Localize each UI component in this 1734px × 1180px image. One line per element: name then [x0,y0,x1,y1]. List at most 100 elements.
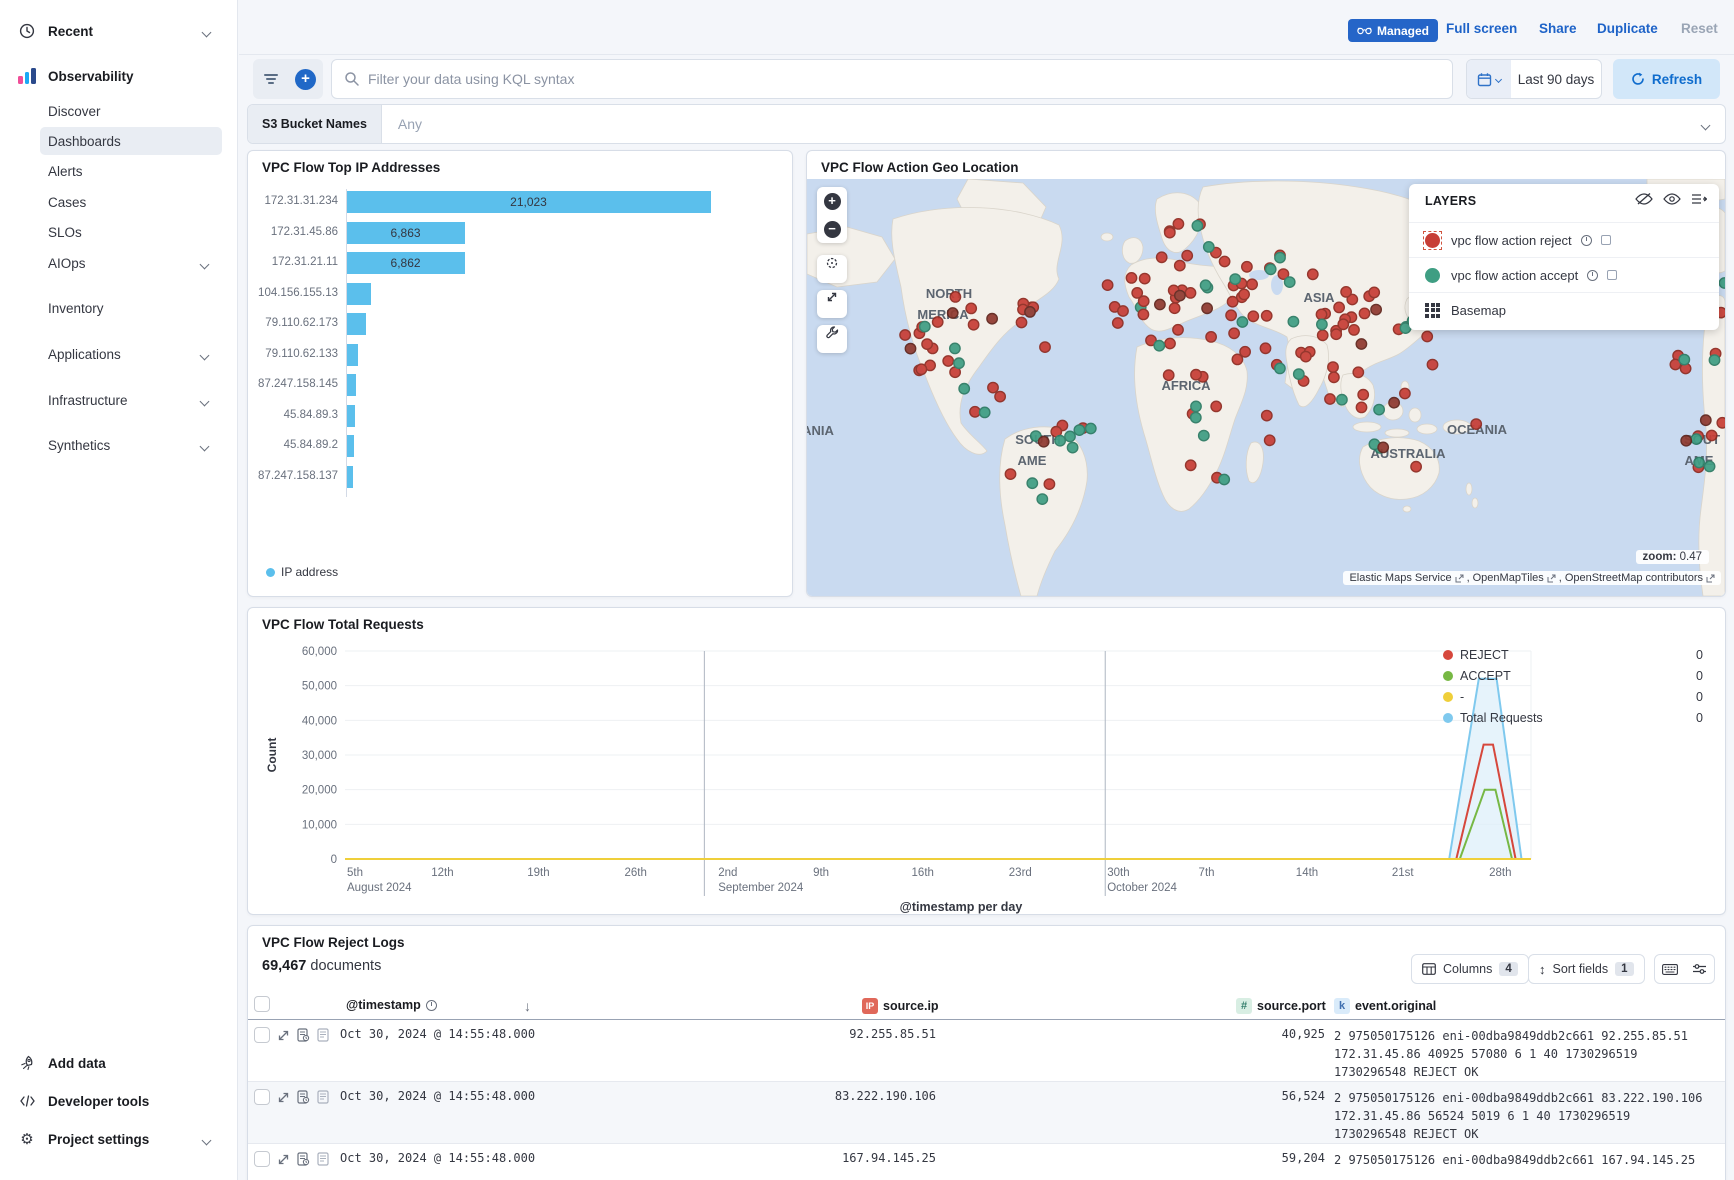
reject-geo-dot[interactable] [1040,342,1050,352]
reject-geo-dot[interactable] [1173,219,1183,229]
accept-geo-dot[interactable] [1204,242,1214,252]
reject-geo-dot[interactable] [1262,311,1272,321]
reject-geo-dot[interactable] [1025,307,1035,317]
reject-geo-dot[interactable] [948,308,958,318]
accept-geo-dot[interactable] [1192,221,1202,231]
reject-geo-dot[interactable] [987,314,997,324]
fit-to-data-button[interactable] [817,255,847,283]
reject-geo-dot[interactable] [1328,362,1338,372]
reject-geo-dot[interactable] [1039,437,1049,447]
bar[interactable] [346,466,353,488]
accept-geo-dot[interactable] [980,407,990,417]
reject-geo-dot[interactable] [1211,401,1221,411]
reject-geo-dot[interactable] [1242,262,1252,272]
managed-badge[interactable]: Managed [1348,19,1438,42]
reject-geo-dot[interactable] [900,330,910,340]
sidebar-item-synthetics[interactable]: Synthetics [40,431,222,459]
attribution-link[interactable]: Elastic Maps Service [1349,572,1451,584]
reject-geo-dot[interactable] [1331,329,1341,339]
reject-geo-dot[interactable] [1411,462,1421,472]
sidebar-item-aiops[interactable]: AIOps [40,249,222,277]
reject-geo-dot[interactable] [1102,280,1112,290]
row-checkbox[interactable] [254,1089,270,1105]
reject-geo-dot[interactable] [1681,436,1691,446]
accept-geo-dot[interactable] [1230,274,1240,284]
accept-geo-dot[interactable] [1199,430,1209,440]
accept-geo-dot[interactable] [1679,354,1689,364]
reject-geo-dot[interactable] [922,339,932,349]
accept-geo-dot[interactable] [1704,461,1714,471]
sidebar-item-inventory[interactable]: Inventory [40,294,222,322]
reject-geo-dot[interactable] [943,356,953,366]
accept-geo-dot[interactable] [1200,280,1210,290]
reject-geo-dot[interactable] [1316,309,1326,319]
row-checkbox[interactable] [254,1151,270,1167]
reject-geo-dot[interactable] [1371,304,1381,314]
accept-geo-dot[interactable] [1275,252,1285,262]
reject-geo-dot[interactable] [1318,330,1328,340]
reject-geo-dot[interactable] [1164,370,1174,380]
refresh-button[interactable]: Refresh [1613,59,1720,99]
duplicate-button[interactable]: Duplicate [1597,21,1658,36]
zoom-in-button[interactable]: + [817,187,847,215]
reject-geo-dot[interactable] [905,343,915,353]
accept-geo-dot[interactable] [1067,442,1077,452]
accept-geo-dot[interactable] [1285,277,1295,287]
reject-geo-dot[interactable] [1191,370,1201,380]
reject-geo-dot[interactable] [1185,288,1195,298]
reject-geo-dot[interactable] [1173,325,1183,335]
calendar-segment[interactable] [1467,60,1511,98]
reject-geo-dot[interactable] [1400,388,1410,398]
reject-geo-dot[interactable] [1334,302,1344,312]
layer-row-basemap[interactable]: Basemap [1409,292,1719,327]
select-all-checkbox[interactable] [254,996,270,1012]
column-header-source-port[interactable]: # source.port [1236,998,1326,1014]
columns-button[interactable]: Columns 4 [1411,954,1529,984]
reject-geo-dot[interactable] [950,292,960,302]
reject-geo-dot[interactable] [1118,306,1128,316]
table-row[interactable]: Oct 30, 2024 @ 14:55:48.00092.255.85.514… [248,1020,1726,1082]
reject-geo-dot[interactable] [1325,394,1335,404]
reject-geo-dot[interactable] [1169,303,1179,313]
reject-geo-dot[interactable] [1338,319,1348,329]
reject-geo-dot[interactable] [1155,299,1165,309]
reject-geo-dot[interactable] [933,317,943,327]
bar[interactable]: 6,862 [346,252,465,274]
reject-geo-dot[interactable] [968,320,978,330]
accept-geo-dot[interactable] [1074,425,1084,435]
reject-geo-dot[interactable] [1219,256,1229,266]
reset-button[interactable]: Reset [1681,21,1718,36]
legend-item[interactable]: Total Requests0 [1443,707,1711,728]
document-icon[interactable] [317,1090,329,1104]
full-screen-button[interactable]: Full screen [1446,21,1517,36]
accept-geo-dot[interactable] [1086,423,1096,433]
accept-geo-dot[interactable] [1694,457,1704,467]
accept-geo-dot[interactable] [1191,412,1201,422]
legend-item[interactable]: REJECT0 [1443,644,1711,665]
sort-fields-button[interactable]: ↕ Sort fields 1 [1528,954,1645,984]
filter-menu-button[interactable] [253,59,288,99]
reject-geo-dot[interactable] [1175,290,1185,300]
bar-chart-legend[interactable]: IP address [266,565,338,579]
reject-geo-dot[interactable] [1329,372,1339,382]
reject-geo-dot[interactable] [1175,260,1185,270]
layer-row-reject[interactable]: vpc flow action reject [1409,222,1719,257]
reject-geo-dot[interactable] [1202,303,1212,313]
bar[interactable]: 21,023 [346,191,711,213]
bar[interactable] [346,344,358,366]
date-picker[interactable]: Last 90 days [1466,59,1602,99]
accept-geo-dot[interactable] [1317,319,1327,329]
accept-geo-dot[interactable] [1154,341,1164,351]
accept-geo-dot[interactable] [920,321,930,331]
view-details-icon[interactable] [297,1028,310,1042]
sidebar-item-project-settings[interactable]: ⚙ Project settings [0,1125,238,1153]
expand-row-icon[interactable] [277,1153,290,1166]
reject-geo-dot[interactable] [1139,296,1149,306]
accept-geo-dot[interactable] [1709,355,1719,365]
column-header-source-ip[interactable]: IP source.ip [862,998,939,1014]
s3-bucket-filter[interactable]: S3 Bucket Names Any [247,104,1726,144]
reject-geo-dot[interactable] [1126,273,1136,283]
reject-geo-dot[interactable] [1005,469,1015,479]
expand-row-icon[interactable] [277,1029,290,1042]
reject-geo-dot[interactable] [1358,390,1368,400]
